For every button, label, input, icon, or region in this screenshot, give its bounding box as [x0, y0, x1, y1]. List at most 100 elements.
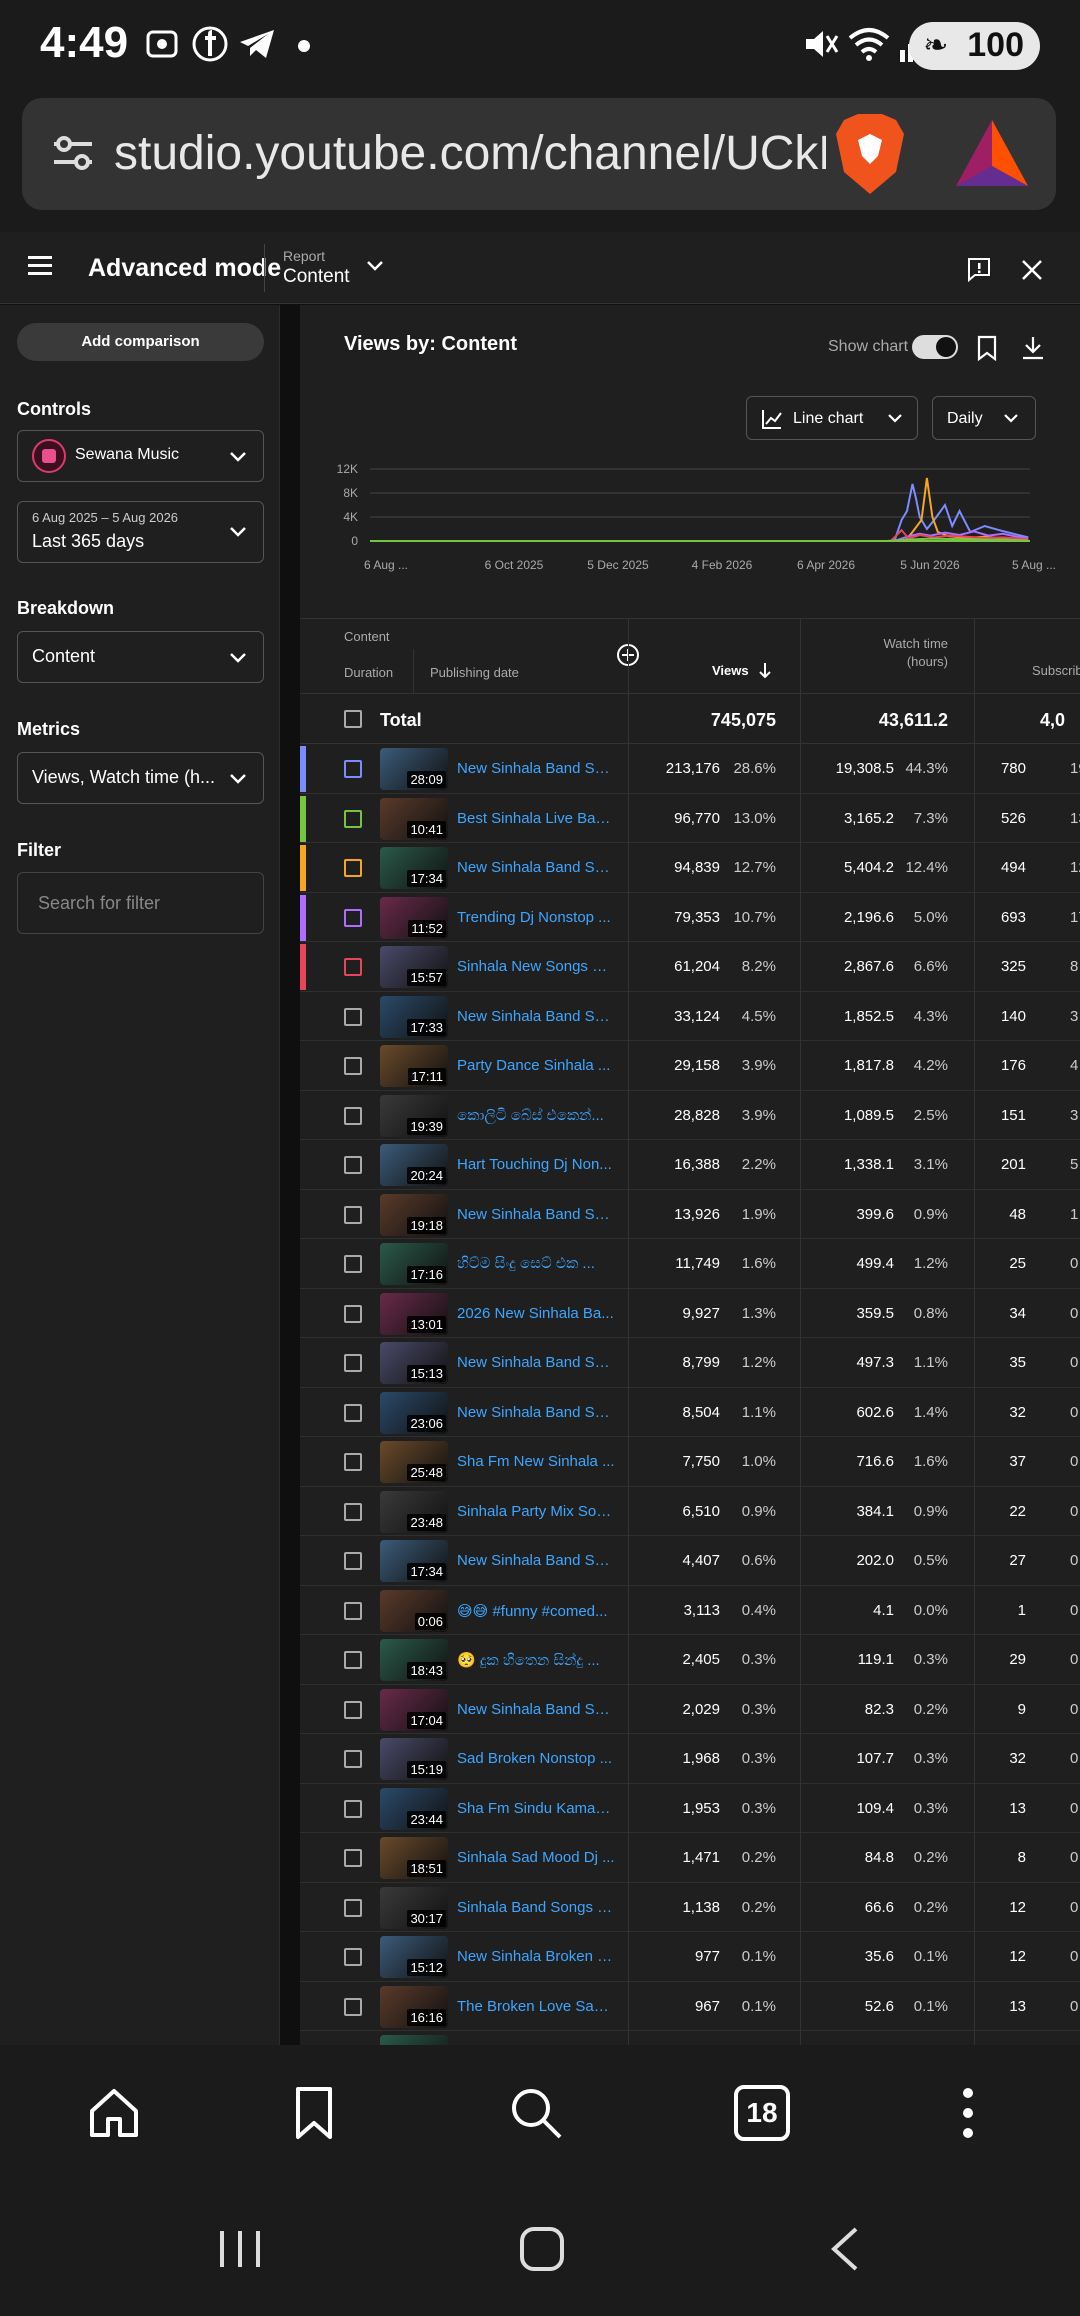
table-row[interactable]: 17:11 Party Dance Sinhala ... 29,158 3.9% 1,…: [300, 1041, 1080, 1091]
table-row[interactable]: 17:33 New Sinhala Band So... 33,124 4.5% 1,8…: [300, 992, 1080, 1041]
video-thumbnail[interactable]: 23:48: [380, 1490, 448, 1533]
video-title-link[interactable]: Hart Touching Dj Non...: [457, 1156, 615, 1173]
row-checkbox[interactable]: [344, 760, 362, 778]
table-row[interactable]: 17:34 New Sinhala Band So... 94,839 12.7% 5,…: [300, 843, 1080, 893]
filter-search-input[interactable]: Search for filter: [17, 872, 264, 934]
video-title-link[interactable]: Sha Fm New Sinhala ...: [457, 1453, 615, 1470]
video-thumbnail[interactable]: 19:39: [380, 1094, 448, 1137]
row-checkbox[interactable]: [344, 1948, 362, 1966]
video-title-link[interactable]: New Sinhala Band So...: [457, 1552, 615, 1569]
more-options-icon[interactable]: [940, 2085, 996, 2141]
report-selector[interactable]: Content: [283, 266, 350, 288]
table-row[interactable]: 23:06 New Sinhala Band So... 8,504 1.1% 602.…: [300, 1388, 1080, 1437]
video-thumbnail[interactable]: 18:43: [380, 1639, 448, 1681]
row-checkbox[interactable]: [344, 1403, 362, 1422]
video-thumbnail[interactable]: 15:19: [380, 1738, 448, 1780]
video-thumbnail[interactable]: 17:04: [380, 1688, 448, 1731]
table-row[interactable]: 16:16 The Broken Love Sad ... 967 0.1% 52.6 0…: [300, 1982, 1080, 2031]
video-title-link[interactable]: Sinhala Band Songs N...: [457, 1899, 615, 1916]
table-row[interactable]: 15:13 New Sinhala Band So... 8,799 1.2% 497.…: [300, 1338, 1080, 1388]
row-checkbox[interactable]: [344, 1651, 362, 1669]
video-thumbnail[interactable]: 15:13: [380, 1342, 448, 1384]
site-settings-icon[interactable]: [48, 128, 98, 178]
download-icon[interactable]: [1021, 335, 1045, 361]
select-all-checkbox[interactable]: [344, 710, 362, 728]
table-row[interactable]: 20:24 Hart Touching Dj Non... 16,388 2.2% 1,…: [300, 1140, 1080, 1190]
row-checkbox[interactable]: [344, 1255, 362, 1273]
video-thumbnail[interactable]: 19:18: [380, 1193, 448, 1236]
granularity-dropdown[interactable]: Daily: [932, 396, 1036, 440]
video-title-link[interactable]: New Sinhala Band So...: [457, 1206, 615, 1223]
url-text[interactable]: studio.youtube.com/channel/UCkE: [114, 126, 826, 181]
video-title-link[interactable]: Sinhala Sad Mood Dj ...: [457, 1849, 615, 1866]
video-title-link[interactable]: Sinhala Party Mix Son...: [457, 1503, 615, 1520]
table-row[interactable]: 15:57 Sinhala New Songs N... 61,204 8.2% 2,8…: [300, 942, 1080, 992]
column-header-duration[interactable]: Duration: [344, 665, 393, 680]
table-row[interactable]: 15:19 Sad Broken Nonstop ... 1,968 0.3% 107.…: [300, 1734, 1080, 1784]
table-row[interactable]: 23:48 Sinhala Party Mix Son... 6,510 0.9% 38…: [300, 1487, 1080, 1536]
video-title-link[interactable]: Trending Dj Nonstop ...: [457, 909, 615, 926]
row-checkbox[interactable]: [344, 1156, 362, 1174]
video-thumbnail[interactable]: 17:33: [380, 995, 448, 1038]
video-thumbnail[interactable]: 15:57: [380, 946, 448, 988]
video-thumbnail[interactable]: 23:06: [380, 1391, 448, 1434]
show-chart-toggle[interactable]: [912, 335, 958, 359]
back-icon[interactable]: [820, 2223, 872, 2275]
table-row[interactable]: 11:52 Trending Dj Nonstop ... 79,353 10.7% 2…: [300, 893, 1080, 942]
table-row[interactable]: 17:04 New Sinhala Band So... 2,029 0.3% 82.3…: [300, 1685, 1080, 1734]
video-thumbnail[interactable]: 17:34: [380, 1540, 448, 1582]
table-row[interactable]: 23:44 Sha Fm Sindu Kamare... 1,953 0.3% 109.…: [300, 1784, 1080, 1833]
video-title-link[interactable]: New Sinhala Band So...: [457, 1404, 615, 1421]
table-row[interactable]: 17:16 හිට්ම සිංදු සෙට් එක ... 11,749 1.6% 49…: [300, 1239, 1080, 1289]
video-title-link[interactable]: Sinhala New Songs N...: [457, 958, 615, 975]
video-thumbnail[interactable]: 20:24: [380, 1144, 448, 1186]
column-header-views[interactable]: Views: [712, 663, 749, 678]
recent-apps-icon[interactable]: [214, 2223, 266, 2275]
table-row[interactable]: 18:51 Sinhala Sad Mood Dj ... 1,471 0.2% 84.…: [300, 1833, 1080, 1883]
row-checkbox[interactable]: [344, 1354, 362, 1372]
row-checkbox[interactable]: [344, 1799, 362, 1818]
row-checkbox[interactable]: [344, 1849, 362, 1867]
brave-shields-icon[interactable]: [830, 110, 910, 198]
video-title-link[interactable]: The Broken Love Sad ...: [457, 1998, 615, 2015]
tabs-button[interactable]: 18: [734, 2085, 790, 2141]
video-title-link[interactable]: කොලිටි බේස් එකෙන්...: [457, 1107, 615, 1124]
brave-rewards-icon[interactable]: [952, 116, 1032, 192]
row-checkbox[interactable]: [344, 958, 362, 976]
video-title-link[interactable]: New Sinhala Band So...: [457, 760, 615, 777]
video-title-link[interactable]: New Sinhala Broken S...: [457, 1948, 615, 1965]
video-thumbnail[interactable]: [380, 2035, 448, 2045]
address-bar[interactable]: studio.youtube.com/channel/UCkE: [22, 98, 1056, 210]
video-thumbnail[interactable]: 25:48: [380, 1441, 448, 1483]
video-thumbnail[interactable]: 16:16: [380, 1985, 448, 2028]
menu-icon[interactable]: [28, 256, 52, 276]
row-checkbox[interactable]: [344, 1700, 362, 1719]
row-checkbox[interactable]: [344, 1502, 362, 1521]
table-row[interactable]: 0:06 😅😅 #funny #comed... 3,113 0.4% 4.1 0.0% 1…: [300, 1586, 1080, 1635]
column-header-watch-time[interactable]: Watch time (hours): [800, 635, 948, 671]
video-thumbnail[interactable]: 28:09: [380, 748, 448, 790]
table-row[interactable]: 13:01 2026 New Sinhala Ba... 9,927 1.3% 359.…: [300, 1289, 1080, 1338]
video-title-link[interactable]: 2026 New Sinhala Ba...: [457, 1305, 615, 1322]
video-title-link[interactable]: හිට්ම සිංදු සෙට් එක ...: [457, 1255, 615, 1272]
table-row[interactable]: 10:41 Best Sinhala Live Ban... 96,770 13.0%…: [300, 794, 1080, 843]
row-checkbox[interactable]: [344, 1997, 362, 2016]
search-icon[interactable]: [508, 2085, 564, 2141]
chevron-down-icon[interactable]: [366, 260, 384, 272]
column-header-publishing-date[interactable]: Publishing date: [430, 665, 519, 680]
bookmark-icon[interactable]: [977, 335, 997, 361]
row-checkbox[interactable]: [344, 1007, 362, 1026]
channel-selector[interactable]: Sewana Music: [17, 430, 264, 482]
video-title-link[interactable]: 😅😅 #funny #comed...: [457, 1602, 615, 1620]
table-row[interactable]: 15:12 New Sinhala Broken S... 977 0.1% 35.6 0…: [300, 1932, 1080, 1982]
video-thumbnail[interactable]: 13:01: [380, 1292, 448, 1335]
sort-down-icon[interactable]: [758, 661, 772, 679]
close-icon[interactable]: [1020, 258, 1044, 282]
breakdown-selector[interactable]: Content: [17, 631, 264, 683]
row-checkbox[interactable]: [344, 1453, 362, 1471]
video-title-link[interactable]: Sha Fm Sindu Kamare...: [457, 1800, 615, 1817]
table-row[interactable]: 🔥 New Sinhala Boot...8590.1%84.90.2%120: [300, 2031, 1080, 2045]
video-title-link[interactable]: New Sinhala Band So...: [457, 1701, 615, 1718]
video-thumbnail[interactable]: 15:12: [380, 1936, 448, 1978]
bookmark-icon[interactable]: [286, 2085, 342, 2141]
